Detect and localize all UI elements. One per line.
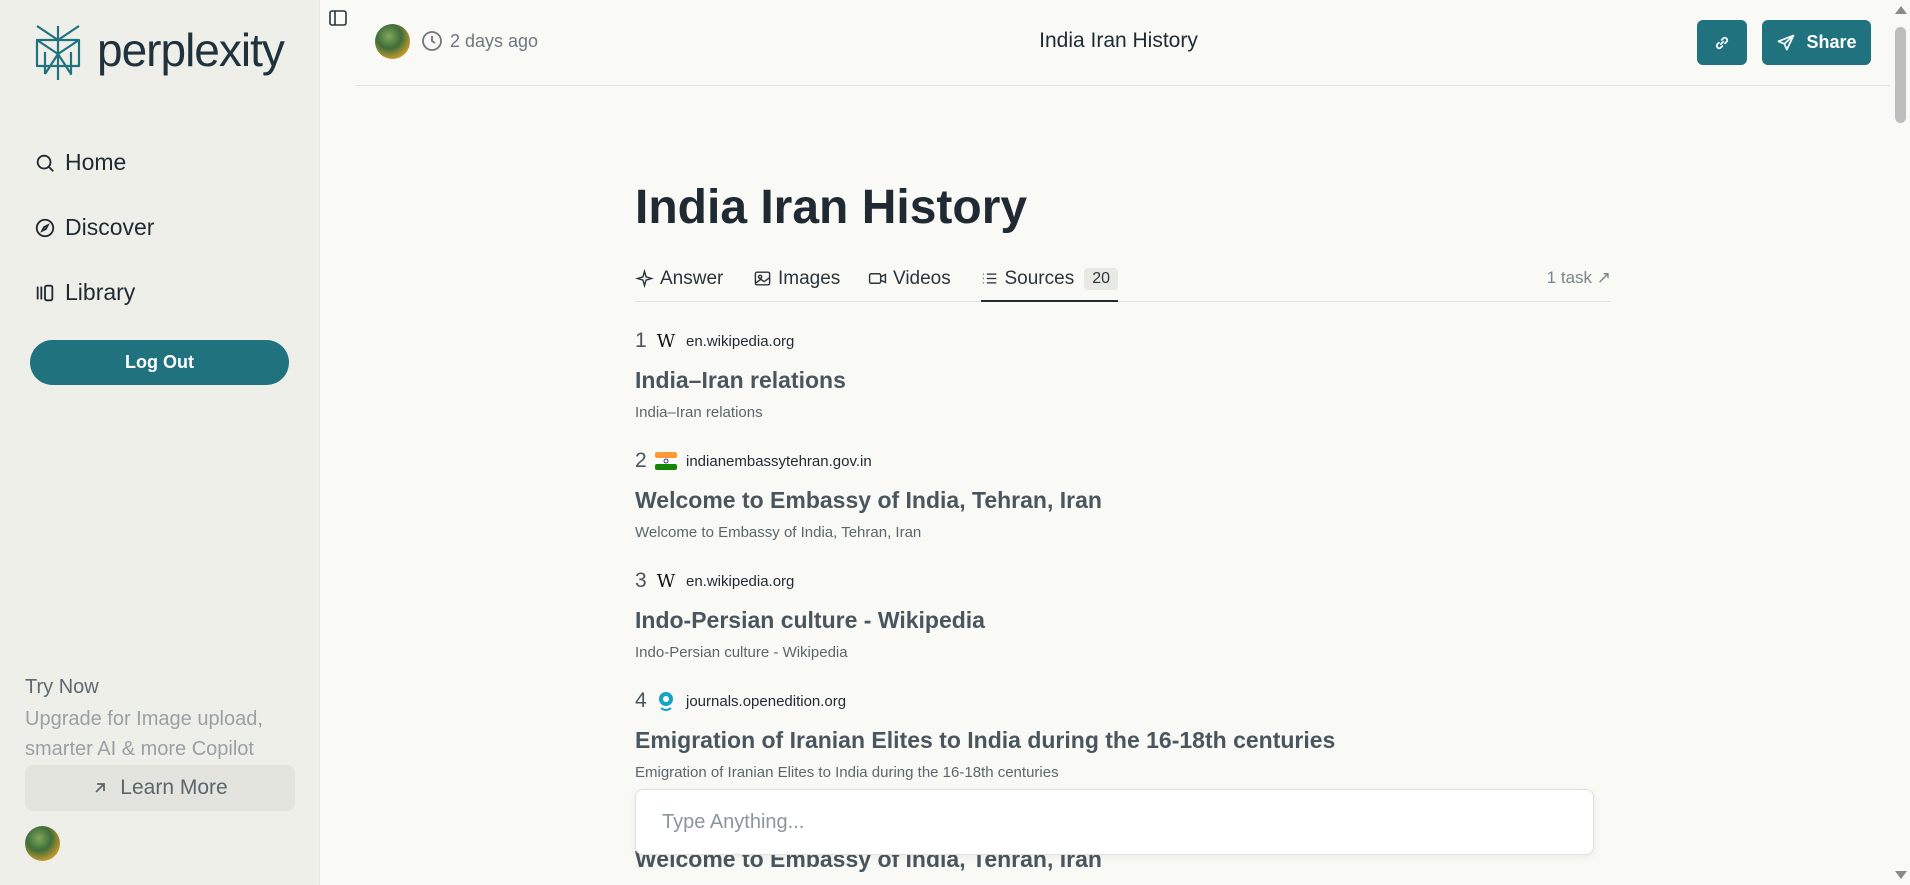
sidebar-item-label: Library (65, 279, 136, 305)
tab-sources[interactable]: Sources 20 (981, 262, 1118, 302)
source-snippet: Welcome to Embassy of India, Tehran, Ira… (635, 524, 922, 541)
tab-label: Sources (1004, 268, 1075, 289)
thread-header: 2 days ago India Iran History Share (356, 0, 1890, 86)
ask-input[interactable] (636, 790, 1593, 854)
source-domain[interactable]: indianembassytehran.gov.in (686, 453, 872, 470)
tab-images[interactable]: Images (753, 262, 840, 302)
library-icon (36, 284, 54, 301)
source-domain[interactable]: en.wikipedia.org (686, 573, 794, 590)
learn-more-button[interactable]: Learn More (25, 765, 295, 811)
sources-count-badge: 20 (1084, 268, 1118, 290)
sidebar-toggle-icon[interactable] (328, 8, 348, 28)
video-icon (868, 273, 887, 284)
logout-button[interactable]: Log Out (30, 340, 289, 385)
send-icon (1778, 34, 1795, 51)
list-icon (983, 273, 997, 284)
wikipedia-icon: W (656, 570, 676, 592)
source-number: 2 (635, 449, 647, 472)
scrollbar[interactable] (1891, 0, 1910, 885)
sidebar-item-label: Discover (65, 214, 155, 240)
source-domain[interactable]: en.wikipedia.org (686, 333, 794, 350)
source-title[interactable]: India–Iran relations (635, 367, 1611, 394)
sidebar-item-library[interactable]: Library (34, 260, 154, 325)
header-title: India Iran History (1039, 29, 1198, 52)
logo[interactable]: perplexity (33, 22, 285, 84)
image-icon (754, 271, 771, 286)
sidebar-item-home[interactable]: Home (34, 130, 154, 195)
source-domain[interactable]: journals.openedition.org (686, 693, 846, 710)
source-number: 1 (635, 329, 647, 352)
copy-link-button[interactable] (1697, 20, 1747, 65)
sidebar-nav: Home Discover Library (34, 130, 154, 325)
link-icon (1715, 36, 1729, 49)
promo-text: Upgrade for Image upload, smarter AI & m… (25, 708, 263, 760)
source-snippet: Emigration of Iranian Elites to India du… (635, 764, 1059, 781)
perplexity-logo-icon (35, 25, 81, 80)
share-label: Share (1806, 32, 1857, 52)
search-icon (36, 154, 54, 172)
wikipedia-icon: W (656, 330, 676, 352)
sidebar: perplexity Home Discover Library Log Out… (0, 0, 320, 885)
source-title[interactable]: Indo-Persian culture - Wikipedia (635, 607, 1611, 634)
promo-title: Try Now (25, 676, 99, 698)
tab-answer[interactable]: Answer (635, 262, 723, 302)
logo-text: perplexity (97, 24, 285, 76)
sidebar-item-discover[interactable]: Discover (34, 195, 154, 260)
page-title: India Iran History (635, 181, 1028, 234)
openedition-icon (655, 690, 677, 712)
tab-label: Videos (893, 268, 951, 289)
source-item: 2 indianembassytehran.gov.in Welcome to … (635, 448, 1611, 568)
scroll-down-icon[interactable] (1895, 871, 1907, 879)
composer (635, 789, 1594, 855)
source-snippet: Indo-Persian culture - Wikipedia (635, 644, 848, 661)
source-item: 1 W en.wikipedia.org India–Iran relation… (635, 328, 1611, 448)
share-button[interactable]: Share (1762, 20, 1871, 65)
sidebar-item-label: Home (65, 149, 127, 175)
compass-icon (35, 218, 55, 237)
india-flag-icon (655, 450, 677, 472)
source-title[interactable]: Welcome to Embassy of India, Tehran, Ira… (635, 487, 1611, 514)
arrow-up-right-icon (95, 783, 106, 793)
tab-label: Images (778, 268, 841, 289)
source-item: 3 W en.wikipedia.org Indo-Persian cultur… (635, 568, 1611, 688)
user-avatar[interactable] (25, 826, 60, 861)
source-title[interactable]: Emigration of Iranian Elites to India du… (635, 727, 1611, 754)
learn-more-label: Learn More (120, 776, 228, 799)
source-number: 4 (635, 689, 647, 712)
result-tabs: Answer Images Videos Sources 20 1 task ↗ (635, 262, 1611, 302)
sources-list: 1 W en.wikipedia.org India–Iran relation… (635, 328, 1611, 808)
source-snippet: India–Iran relations (635, 404, 763, 421)
scroll-thumb[interactable] (1895, 27, 1906, 123)
sparkle-icon (635, 269, 654, 288)
source-number: 3 (635, 569, 647, 592)
tab-label: Answer (660, 268, 724, 289)
task-link[interactable]: 1 task ↗ (1547, 268, 1611, 288)
scroll-up-icon[interactable] (1895, 6, 1907, 14)
tab-videos[interactable]: Videos (868, 262, 951, 302)
